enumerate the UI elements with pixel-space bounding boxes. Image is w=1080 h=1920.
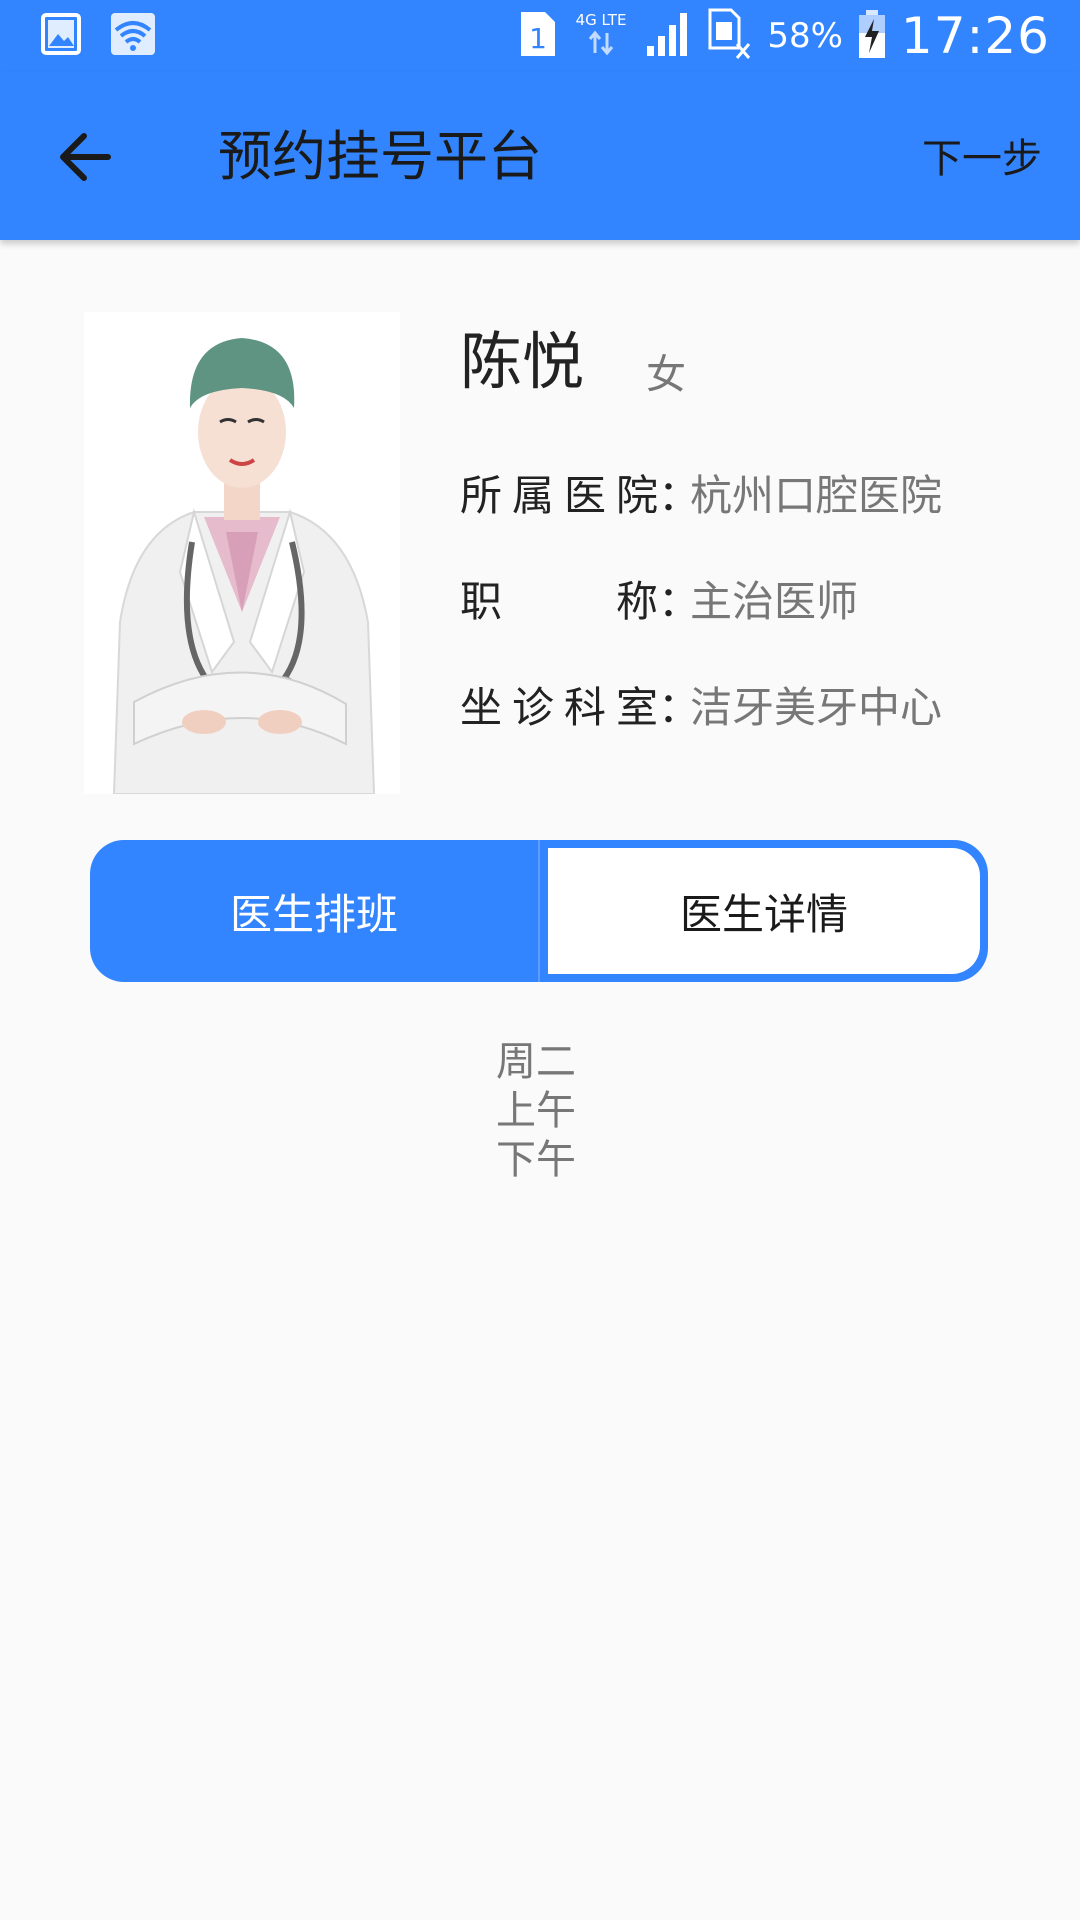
svg-text:1: 1 xyxy=(529,22,547,55)
doctor-name: 陈悦 xyxy=(460,325,585,398)
department-row: 坐 诊 科 室 ： 洁牙美牙中心 xyxy=(460,678,942,738)
doctor-photo xyxy=(84,312,400,795)
clock: 17:26 xyxy=(900,7,1050,65)
signal-icon xyxy=(645,10,693,62)
schedule-morning[interactable]: 上午 xyxy=(0,1087,1080,1136)
title-value: 主治医师 xyxy=(690,577,859,626)
title-row: 职 称 ： 主治医师 xyxy=(460,572,858,632)
doctor-gender: 女 xyxy=(646,352,686,398)
battery-percent: 58% xyxy=(767,16,843,56)
lte-icon: 4G LTE xyxy=(571,9,631,63)
schedule-list: 周二 上午 下午 xyxy=(0,1038,1080,1185)
hospital-row: 所 属 医 院 ： 杭州口腔医院 xyxy=(460,466,942,526)
hospital-label: 所 属 医 院 xyxy=(460,471,658,520)
colon: ： xyxy=(658,683,701,732)
hospital-value: 杭州口腔医院 xyxy=(690,471,943,520)
title-label: 职 称 xyxy=(460,577,658,626)
gallery-icon xyxy=(40,12,82,60)
colon: ： xyxy=(658,577,701,626)
tab-divider xyxy=(538,840,540,982)
department-value: 洁牙美牙中心 xyxy=(690,683,943,732)
tab-doctor-schedule[interactable]: 医生排班 xyxy=(90,840,538,982)
battery-charging-icon xyxy=(857,9,887,63)
schedule-day: 周二 xyxy=(496,1039,576,1085)
schedule-afternoon[interactable]: 下午 xyxy=(0,1136,1080,1185)
back-button[interactable] xyxy=(52,122,122,192)
app-bar: 预约挂号平台 下一步 xyxy=(0,72,1080,240)
wifi-icon xyxy=(110,12,156,60)
svg-text:4G LTE: 4G LTE xyxy=(576,11,627,29)
department-label: 坐 诊 科 室 xyxy=(460,683,658,732)
sim-icon: 1 xyxy=(517,10,557,62)
status-bar: 1 4G LTE 58% 17:26 xyxy=(0,0,1080,72)
tab-group: 医生排班 医生详情 xyxy=(90,840,988,982)
tab-doctor-details[interactable]: 医生详情 xyxy=(548,848,980,974)
next-step-button[interactable]: 下一步 xyxy=(922,134,1042,184)
no-sim-icon xyxy=(707,8,753,64)
colon: ： xyxy=(658,471,701,520)
back-arrow-icon xyxy=(60,133,111,181)
page-title: 预约挂号平台 xyxy=(218,125,542,188)
